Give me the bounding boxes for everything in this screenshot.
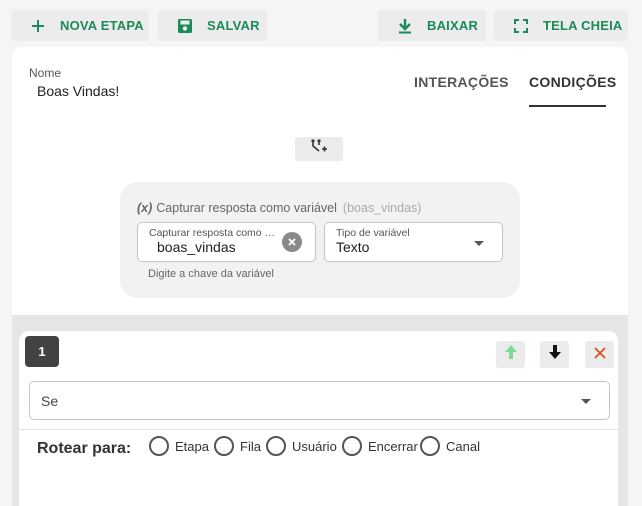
condition-if-value: Se — [41, 393, 59, 409]
active-tab-indicator — [529, 105, 606, 107]
route-option-usuario[interactable]: Usuário — [266, 436, 337, 456]
radio-circle — [149, 436, 169, 456]
variable-helper-text: Digite a chave da variável — [148, 268, 274, 280]
download-label: BAIXAR — [427, 18, 479, 33]
route-option-label: Canal — [446, 438, 480, 454]
plus-icon — [29, 17, 47, 35]
new-stage-button[interactable]: NOVA ETAPA — [11, 10, 149, 41]
route-option-label: Encerrar — [368, 438, 418, 454]
variable-type-select[interactable]: Tipo de variável Texto — [324, 222, 503, 262]
route-to-label: Rotear para: — [37, 440, 132, 457]
variable-type-label: Tipo de variável — [336, 227, 410, 239]
radio-circle — [266, 436, 286, 456]
save-label: SALVAR — [207, 18, 260, 33]
condition-if-select[interactable]: Se — [29, 381, 610, 420]
variable-icon: (x) — [137, 201, 153, 215]
variable-key-field[interactable]: Capturar resposta como variável boas_vin… — [137, 222, 316, 262]
move-down-button[interactable] — [540, 341, 569, 368]
close-icon — [593, 346, 606, 364]
fullscreen-icon — [512, 17, 530, 35]
save-button[interactable]: SALVAR — [158, 10, 267, 41]
chevron-down-icon — [581, 399, 591, 404]
new-stage-label: NOVA ETAPA — [60, 18, 144, 33]
stage-name-input[interactable]: Boas Vindas! — [37, 83, 119, 99]
condition-number-badge: 1 — [25, 336, 59, 367]
arrow-up-icon — [504, 344, 518, 365]
route-option-canal[interactable]: Canal — [420, 436, 480, 456]
tab-condicoes[interactable]: CONDIÇÕES — [529, 74, 617, 90]
route-option-label: Fila — [240, 438, 261, 454]
variable-key-value: boas_vindas — [157, 239, 236, 255]
move-up-button[interactable] — [496, 341, 525, 368]
variable-key-label: Capturar resposta como variável — [149, 227, 277, 239]
route-option-encerrar[interactable]: Encerrar — [342, 436, 418, 456]
capture-title-text: Capturar resposta como variável — [156, 201, 337, 215]
variable-type-value: Texto — [336, 239, 370, 255]
route-option-etapa[interactable]: Etapa — [149, 436, 209, 456]
route-option-label: Etapa — [175, 438, 209, 454]
branch-add-icon — [310, 139, 328, 160]
stage-name-label: Nome — [29, 66, 62, 80]
download-icon — [396, 17, 414, 35]
fullscreen-button[interactable]: TELA CHEIA — [494, 10, 628, 41]
radio-circle — [214, 436, 234, 456]
radio-circle — [420, 436, 440, 456]
save-icon — [176, 17, 194, 35]
route-option-label: Usuário — [292, 438, 337, 454]
chevron-down-icon — [474, 241, 484, 246]
arrow-down-icon — [548, 344, 562, 365]
capture-title: (x) Capturar resposta como variável (boas_… — [137, 201, 421, 215]
route-option-fila[interactable]: Fila — [214, 436, 261, 456]
download-button[interactable]: BAIXAR — [378, 10, 486, 41]
capture-hint: (boas_vindas) — [342, 201, 422, 215]
clear-icon[interactable] — [282, 232, 302, 252]
divider — [19, 429, 618, 430]
add-condition-button[interactable] — [295, 137, 343, 161]
tab-interacoes[interactable]: INTERAÇÕES — [414, 74, 509, 90]
remove-condition-button[interactable] — [585, 341, 614, 368]
fullscreen-label: TELA CHEIA — [543, 18, 623, 33]
radio-circle — [342, 436, 362, 456]
